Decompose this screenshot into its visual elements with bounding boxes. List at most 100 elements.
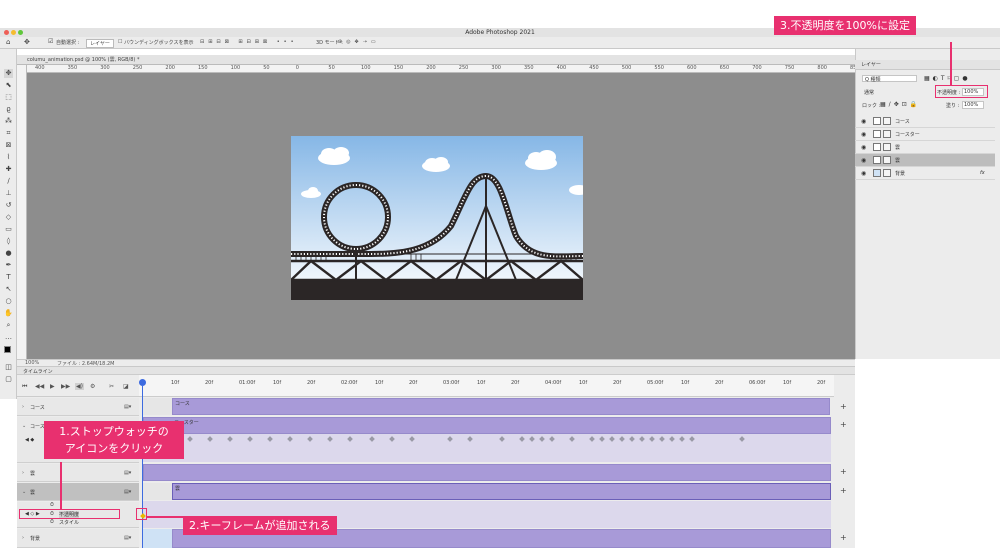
fill-input[interactable]: 100% xyxy=(962,101,984,109)
auto-select-checkbox[interactable]: ☑ xyxy=(48,38,53,45)
timeline-ruler-label: 20f xyxy=(409,380,418,386)
add-media-button[interactable]: + xyxy=(840,420,847,429)
play-icon[interactable]: ▶ xyxy=(50,383,55,390)
smart-object-icon xyxy=(883,143,891,151)
stamp-tool-icon[interactable]: ⊥ xyxy=(4,189,13,198)
ruler-tick-label: 50 xyxy=(263,65,270,71)
transition-icon[interactable]: ◪ xyxy=(123,383,129,390)
split-scissors-icon[interactable]: ✂ xyxy=(109,383,114,390)
quick-mask-icon[interactable]: ◫ xyxy=(4,363,13,372)
hand-tool-icon[interactable]: ✋ xyxy=(4,309,13,318)
eye-icon[interactable]: ◉ xyxy=(861,157,866,164)
stopwatch-icon[interactable]: ⏱ xyxy=(50,519,54,525)
add-media-button[interactable]: + xyxy=(840,533,847,542)
align-icons[interactable]: ⊟⊞⊟⊠ ⊞⊟⊞⊠ ••• xyxy=(200,39,298,45)
settings-gear-icon[interactable]: ⚙ xyxy=(90,383,95,390)
marquee-tool-icon[interactable]: ⬚ xyxy=(4,93,13,102)
track-header[interactable]: › コース ▤▾ xyxy=(17,398,139,416)
add-media-button[interactable]: + xyxy=(840,467,847,476)
keyframe-nav-icon[interactable]: ◀ ◆ xyxy=(25,437,34,443)
eyedropper-icon[interactable]: ⌇ xyxy=(4,153,13,162)
quick-select-icon[interactable]: ⁂ xyxy=(4,117,13,126)
gradient-tool-icon[interactable]: ▭ xyxy=(4,225,13,234)
layer-kind-filter[interactable]: Q 種類 xyxy=(862,75,917,83)
layers-tab[interactable]: レイヤー xyxy=(861,61,881,68)
healing-brush-icon[interactable]: ✚ xyxy=(4,165,13,174)
clip-label: 雲 xyxy=(175,486,181,492)
film-strip-icon[interactable]: ▤▾ xyxy=(124,489,131,495)
track-header[interactable]: › 雲 ▤▾ xyxy=(17,464,139,482)
layer-row[interactable]: ◉ コースター xyxy=(855,128,995,141)
path-select-icon[interactable]: ↖ xyxy=(4,285,13,294)
layer-row[interactable]: ◉ 背景 fx xyxy=(855,167,995,180)
clip-bar[interactable] xyxy=(143,464,831,481)
add-media-button[interactable]: + xyxy=(840,402,847,411)
prev-frame-icon[interactable]: ◀◀ xyxy=(35,383,44,390)
bbox-label: バウンディングボックスを表示 xyxy=(124,40,194,46)
layer-name: コースター xyxy=(895,132,920,138)
move-tool-icon[interactable]: ✥ xyxy=(24,38,30,46)
lock-icons[interactable]: ▦∕✥⊡🔒 xyxy=(880,101,920,108)
chevron-right-icon[interactable]: › xyxy=(22,404,24,410)
track-header[interactable]: › 背景 ▤▾ xyxy=(17,529,139,548)
shape-tool-icon[interactable]: ○ xyxy=(4,297,13,306)
type-tool-icon[interactable]: T xyxy=(4,273,13,282)
move-tool-icon[interactable]: ✥ xyxy=(4,69,13,78)
ruler-tick-label: 200 xyxy=(165,65,175,71)
chevron-right-icon[interactable]: › xyxy=(22,470,24,476)
layer-row[interactable]: ◉ コース xyxy=(855,115,995,128)
lasso-tool-icon[interactable]: ϱ xyxy=(4,105,13,114)
eye-icon[interactable]: ◉ xyxy=(861,118,866,125)
chevron-right-icon[interactable]: › xyxy=(22,535,24,541)
screen-mode-icon[interactable]: ▢ xyxy=(4,375,13,384)
layer-thumbnail xyxy=(873,117,881,125)
layer-name: 雲 xyxy=(895,145,901,151)
layer-filter-icons[interactable]: ▦◐T⌑▢● xyxy=(924,75,971,82)
clip-bar[interactable]: コース xyxy=(172,398,830,415)
home-icon[interactable]: ⌂ xyxy=(6,38,10,46)
bbox-checkbox[interactable]: ☐ xyxy=(118,39,122,45)
layer-row-selected[interactable]: ◉ 雲 xyxy=(855,154,995,167)
timeline-ruler[interactable]: 10f 20f 01:00f 10f 20f 02:00f 10f 20f 03:00f 10f 2… xyxy=(139,375,834,397)
foreground-color-swatch[interactable] xyxy=(4,346,13,355)
fx-icon[interactable]: fx xyxy=(980,170,985,176)
blend-mode-dropdown[interactable]: 通常 xyxy=(862,89,922,96)
pen-tool-icon[interactable]: ✒ xyxy=(4,261,13,270)
timeline-ruler-label: 20f xyxy=(715,380,724,386)
more-tools-icon[interactable]: … xyxy=(4,333,13,342)
chevron-down-icon[interactable]: ⌄ xyxy=(22,423,26,429)
eye-icon[interactable]: ◉ xyxy=(861,144,866,151)
first-frame-icon[interactable]: ⏮ xyxy=(22,383,27,391)
eye-icon[interactable]: ◉ xyxy=(861,131,866,138)
film-strip-icon[interactable]: ▤▾ xyxy=(124,470,131,476)
eye-icon[interactable]: ◉ xyxy=(861,170,866,177)
eraser-tool-icon[interactable]: ◇ xyxy=(4,213,13,222)
add-media-button[interactable]: + xyxy=(840,486,847,495)
brush-tool-icon[interactable]: ∕ xyxy=(4,177,13,186)
timeline-title: タイムライン xyxy=(23,369,53,375)
next-frame-icon[interactable]: ▶▶ xyxy=(61,383,70,390)
film-strip-icon[interactable]: ▤▾ xyxy=(124,404,131,410)
layer-row[interactable]: ◉ 雲 xyxy=(855,141,995,154)
auto-select-label: 自動選択 : xyxy=(56,40,80,46)
track-header-selected[interactable]: ⌄ 雲 ▤▾ xyxy=(17,483,139,501)
frame-tool-icon[interactable]: ⊠ xyxy=(4,141,13,150)
history-brush-icon[interactable]: ↺ xyxy=(4,201,13,210)
dodge-tool-icon[interactable]: ● xyxy=(4,249,13,258)
layer-dropdown[interactable]: レイヤー xyxy=(86,39,114,48)
crop-tool-icon[interactable]: ⌗ xyxy=(4,129,13,138)
blur-tool-icon[interactable]: ◊ xyxy=(4,237,13,246)
zoom-tool-icon[interactable]: ⌕ xyxy=(4,321,13,330)
audio-icon[interactable]: ◀) xyxy=(75,383,84,390)
document-tab[interactable]: columu_animation.psd @ 100% (雲, RGB/8) * xyxy=(17,55,855,65)
3d-tool-icons[interactable]: ⊕◎✥⇢▭ xyxy=(338,39,380,45)
roller-coaster-illustration xyxy=(291,136,583,300)
clip-bar[interactable]: コースター xyxy=(143,417,831,434)
artboard-tool-icon[interactable]: ⬉ xyxy=(4,81,13,90)
clip-bar-selected[interactable]: 雲 xyxy=(172,483,831,500)
artwork-roller-coaster[interactable] xyxy=(291,136,583,300)
film-strip-icon[interactable]: ▤▾ xyxy=(124,535,131,541)
playhead-handle[interactable] xyxy=(139,379,146,386)
stopwatch-icon[interactable]: ⏱ xyxy=(50,502,54,508)
chevron-down-icon[interactable]: ⌄ xyxy=(22,489,26,495)
